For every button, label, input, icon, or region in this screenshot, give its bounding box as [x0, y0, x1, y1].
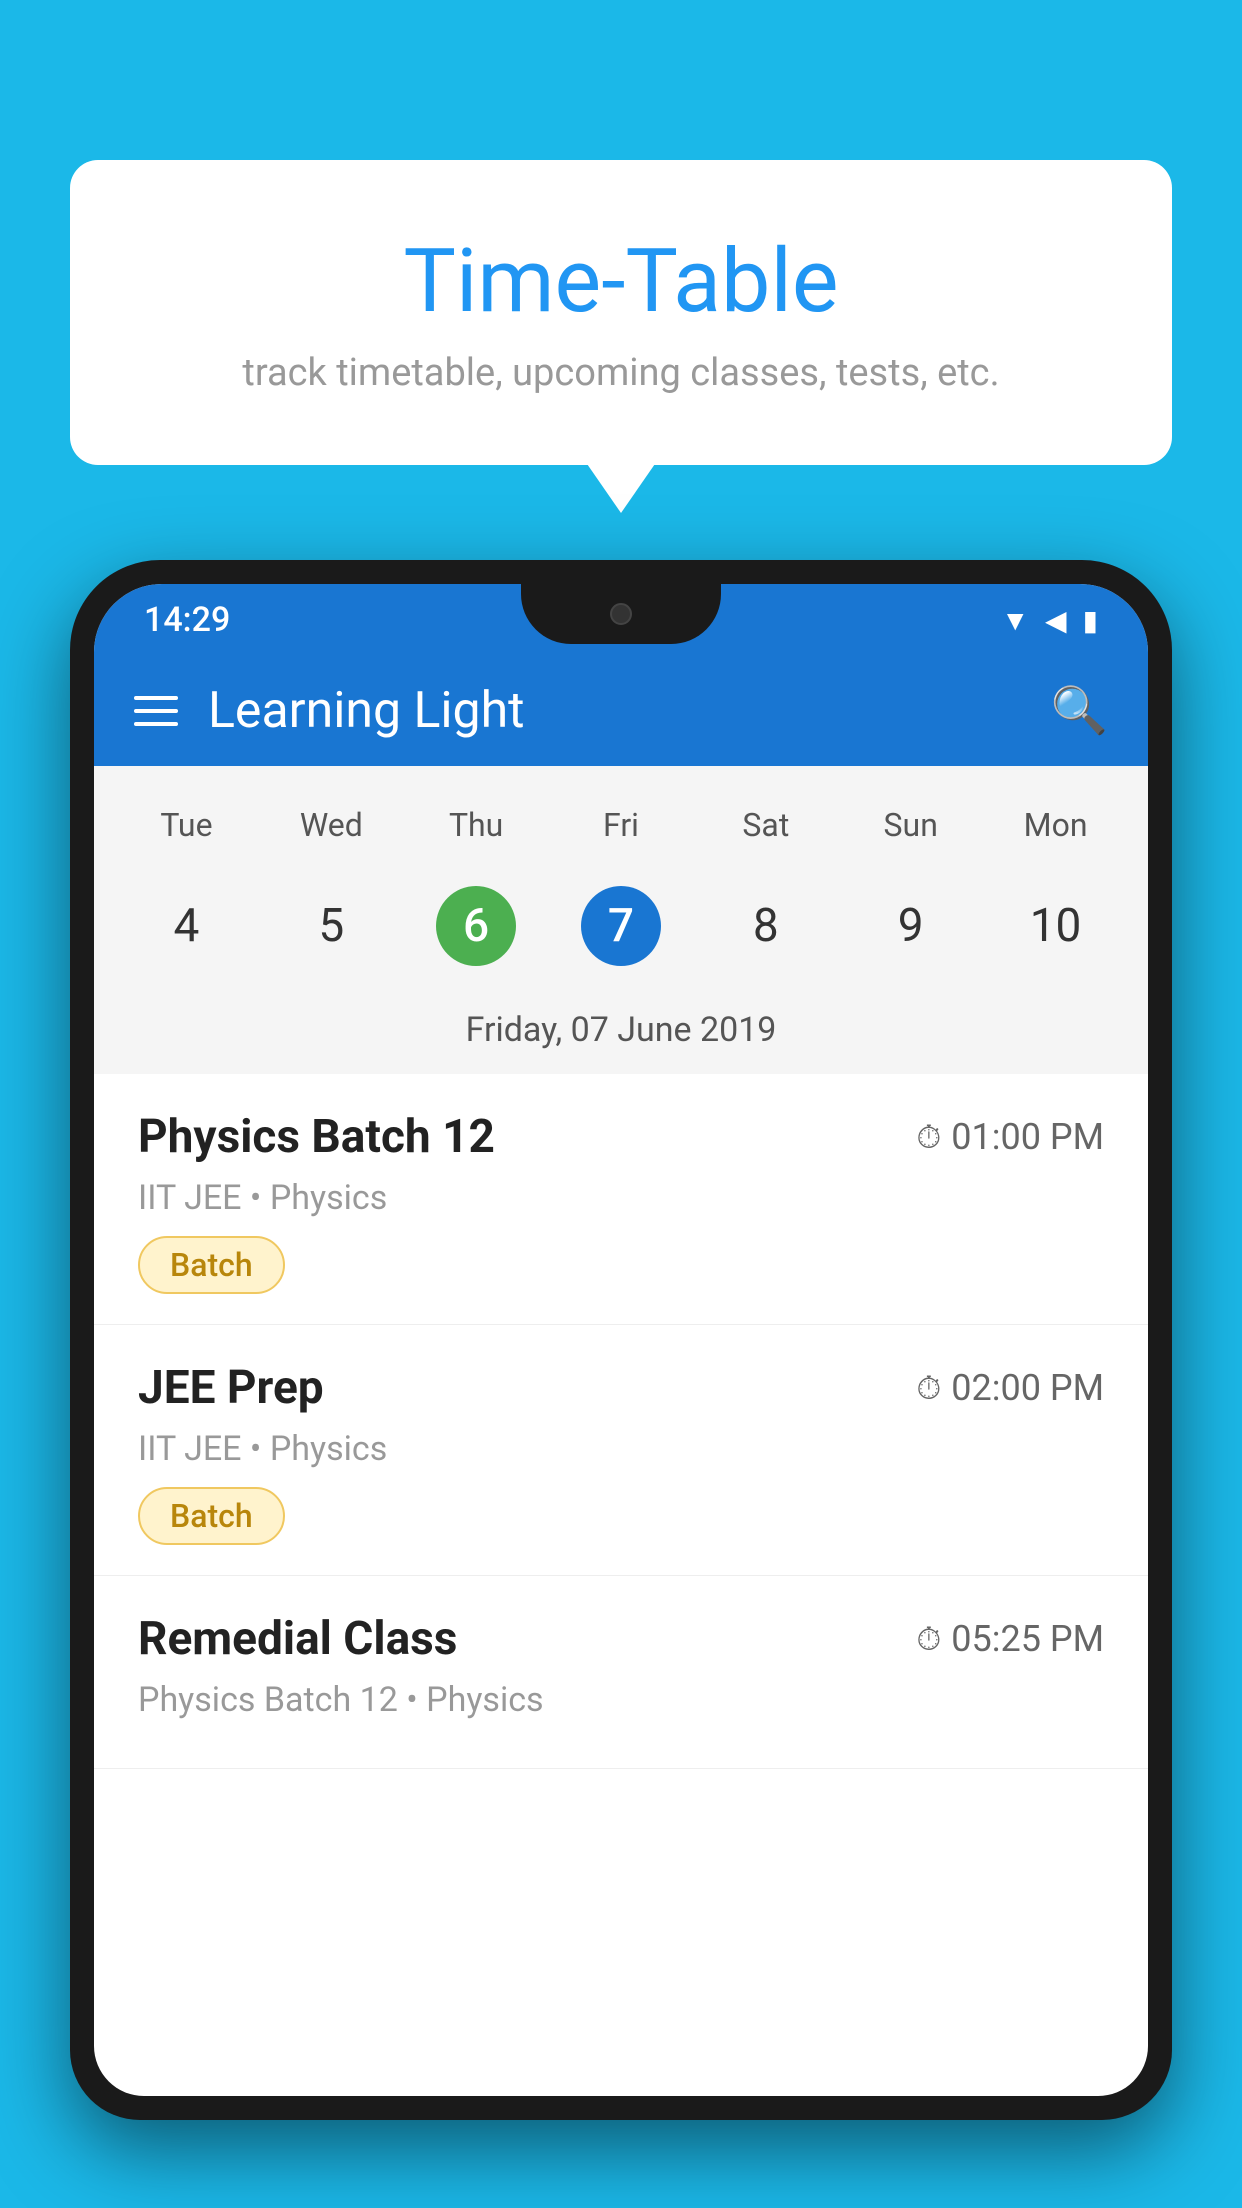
class-time-1: ⏱ 01:00 PM	[916, 1116, 1104, 1158]
signal-icon: ◀	[1045, 604, 1067, 637]
day-5[interactable]: 5	[259, 872, 404, 980]
day-4[interactable]: 4	[114, 872, 259, 980]
day-name-sun: Sun	[838, 796, 983, 854]
day-name-sat: Sat	[693, 796, 838, 854]
day-8[interactable]: 8	[693, 872, 838, 980]
phone-screen: 14:29 ▼ ◀ ▮ Learning Light 🔍	[94, 584, 1148, 2096]
selected-date-label: Friday, 07 June 2019	[94, 1000, 1148, 1074]
class-item-2[interactable]: JEE Prep ⏱ 02:00 PM IIT JEE • Physics Ba…	[94, 1325, 1148, 1576]
phone-outer: 14:29 ▼ ◀ ▮ Learning Light 🔍	[70, 560, 1172, 2120]
class-item-3[interactable]: Remedial Class ⏱ 05:25 PM Physics Batch …	[94, 1576, 1148, 1769]
class-item-header-3: Remedial Class ⏱ 05:25 PM	[138, 1612, 1104, 1666]
class-item-1[interactable]: Physics Batch 12 ⏱ 01:00 PM IIT JEE • Ph…	[94, 1074, 1148, 1325]
speech-bubble: Time-Table track timetable, upcoming cla…	[70, 160, 1172, 465]
wifi-icon: ▼	[1001, 604, 1029, 637]
class-list: Physics Batch 12 ⏱ 01:00 PM IIT JEE • Ph…	[94, 1074, 1148, 1769]
batch-badge-2: Batch	[138, 1487, 285, 1545]
phone-frame: 14:29 ▼ ◀ ▮ Learning Light 🔍	[70, 560, 1172, 2208]
today-circle[interactable]: 6	[436, 886, 516, 966]
day-name-mon: Mon	[983, 796, 1128, 854]
class-item-header-1: Physics Batch 12 ⏱ 01:00 PM	[138, 1110, 1104, 1164]
class-meta-1: IIT JEE • Physics	[138, 1178, 1104, 1218]
class-meta-3: Physics Batch 12 • Physics	[138, 1680, 1104, 1720]
day-7[interactable]: 7	[549, 872, 694, 980]
bubble-title: Time-Table	[130, 230, 1112, 333]
battery-icon: ▮	[1083, 604, 1098, 637]
class-name-3: Remedial Class	[138, 1612, 457, 1666]
search-button[interactable]: 🔍	[1051, 684, 1108, 738]
day-name-tue: Tue	[114, 796, 259, 854]
menu-button[interactable]	[134, 696, 178, 726]
day-9[interactable]: 9	[838, 872, 983, 980]
clock-icon-1: ⏱	[916, 1118, 941, 1157]
intro-section: Time-Table track timetable, upcoming cla…	[70, 160, 1172, 465]
selected-circle[interactable]: 7	[581, 886, 661, 966]
day-6[interactable]: 6	[404, 872, 549, 980]
day-name-wed: Wed	[259, 796, 404, 854]
app-title: Learning Light	[208, 682, 1051, 740]
day-name-thu: Thu	[404, 796, 549, 854]
day-numbers-row[interactable]: 4 5 6 7 8 9 10	[94, 864, 1148, 1000]
bubble-subtitle: track timetable, upcoming classes, tests…	[130, 351, 1112, 395]
class-name-2: JEE Prep	[138, 1361, 324, 1415]
class-name-1: Physics Batch 12	[138, 1110, 495, 1164]
batch-badge-1: Batch	[138, 1236, 285, 1294]
day-name-fri: Fri	[549, 796, 694, 854]
day-names-row: Tue Wed Thu Fri Sat Sun Mon	[94, 786, 1148, 864]
class-meta-2: IIT JEE • Physics	[138, 1429, 1104, 1469]
class-time-3: ⏱ 05:25 PM	[916, 1618, 1104, 1660]
camera	[610, 603, 632, 625]
phone-notch	[521, 584, 721, 644]
app-bar: Learning Light 🔍	[94, 656, 1148, 766]
day-10[interactable]: 10	[983, 872, 1128, 980]
clock-icon-2: ⏱	[916, 1369, 941, 1408]
clock-icon-3: ⏱	[916, 1620, 941, 1659]
calendar-section: Tue Wed Thu Fri Sat Sun Mon 4 5 6 7 8 9 …	[94, 766, 1148, 1074]
class-item-header-2: JEE Prep ⏱ 02:00 PM	[138, 1361, 1104, 1415]
status-time: 14:29	[144, 600, 230, 640]
status-icons: ▼ ◀ ▮	[1001, 604, 1098, 637]
class-time-2: ⏱ 02:00 PM	[916, 1367, 1104, 1409]
